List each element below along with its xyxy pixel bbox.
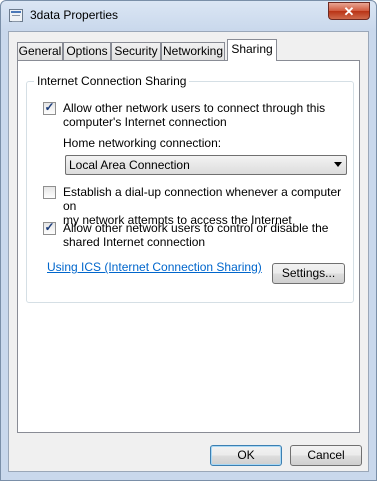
network-connection-icon — [9, 9, 23, 22]
dropdown-value: Local Area Connection — [69, 158, 190, 172]
home-networking-dropdown[interactable]: Local Area Connection — [65, 155, 347, 175]
group-title: Internet Connection Sharing — [34, 74, 190, 88]
tab-general[interactable]: General — [17, 42, 63, 60]
allow-connect-checkbox[interactable]: ✓ — [43, 100, 56, 115]
home-networking-label: Home networking connection: — [63, 136, 222, 150]
sharing-panel: Internet Connection Sharing ✓ Allow othe… — [17, 60, 360, 433]
tab-security[interactable]: Security — [111, 42, 161, 60]
tab-sharing[interactable]: Sharing — [227, 39, 277, 61]
dialup-checkbox[interactable] — [43, 186, 56, 199]
properties-dialog: 3data Properties ✕ General Options Secur… — [0, 0, 377, 481]
close-button[interactable]: ✕ — [328, 2, 370, 20]
dropdown-arrow-icon — [334, 162, 342, 167]
settings-button[interactable]: Settings... — [272, 263, 345, 284]
ics-help-link[interactable]: Using ICS (Internet Connection Sharing) — [47, 260, 262, 274]
allow-connect-label[interactable]: Allow other network users to connect thr… — [63, 101, 325, 129]
window-title: 3data Properties — [30, 8, 119, 22]
ics-group: Internet Connection Sharing ✓ Allow othe… — [26, 74, 354, 303]
tab-options[interactable]: Options — [63, 42, 111, 60]
checkmark-icon: ✓ — [44, 220, 55, 234]
allow-control-label[interactable]: Allow other network users to control or … — [63, 221, 328, 249]
cancel-button[interactable]: Cancel — [290, 445, 362, 466]
title-bar[interactable]: 3data Properties ✕ — [1, 1, 376, 31]
ok-button[interactable]: OK — [210, 445, 282, 466]
tab-networking[interactable]: Networking — [161, 42, 225, 60]
dialog-client-area: General Options Security Networking Shar… — [8, 31, 369, 472]
checkmark-icon: ✓ — [44, 100, 55, 114]
allow-control-checkbox[interactable]: ✓ — [43, 220, 56, 235]
